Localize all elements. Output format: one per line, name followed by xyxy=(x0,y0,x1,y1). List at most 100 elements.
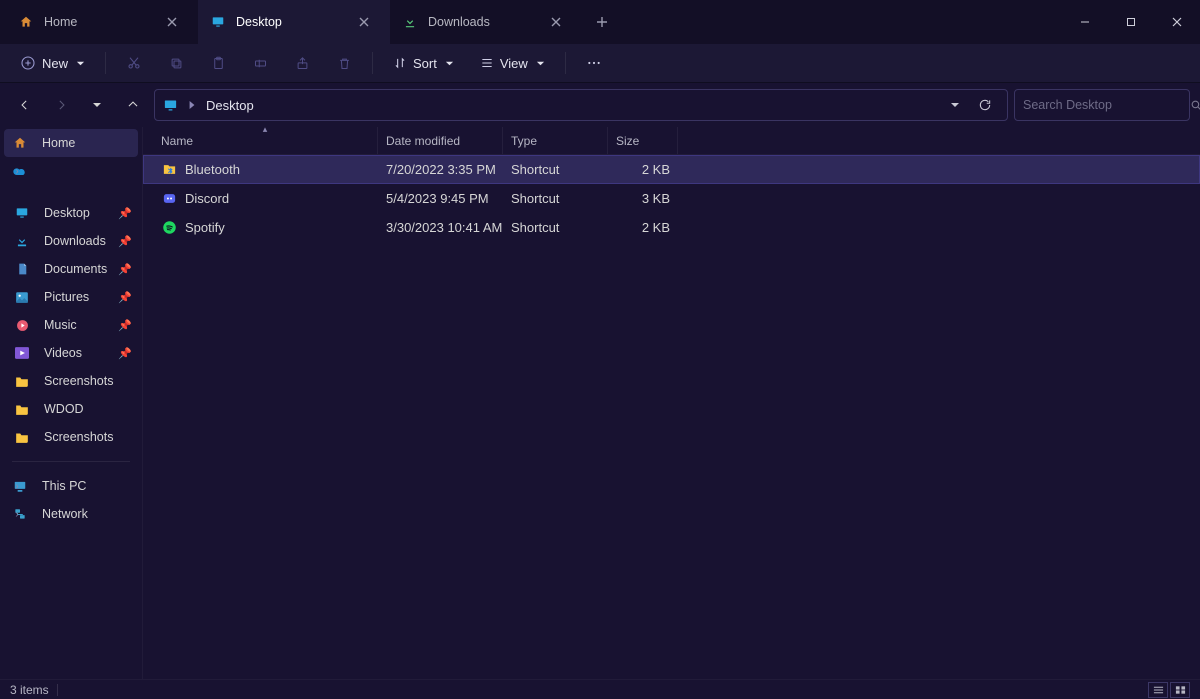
file-type: Shortcut xyxy=(511,191,559,206)
download-folder-icon xyxy=(14,233,30,249)
file-date: 3/30/2023 10:41 AM xyxy=(386,220,502,235)
search-box[interactable] xyxy=(1014,89,1190,121)
back-button[interactable] xyxy=(10,90,40,120)
title-bar: Home Desktop Downloads xyxy=(0,0,1200,44)
rename-button[interactable] xyxy=(242,48,278,78)
column-label: Name xyxy=(161,134,193,148)
sort-button[interactable]: Sort xyxy=(383,48,464,78)
delete-button[interactable] xyxy=(326,48,362,78)
sidebar-item-label: This PC xyxy=(42,479,86,493)
sidebar-item-folder[interactable]: Screenshots xyxy=(4,423,138,451)
list-icon xyxy=(480,56,494,70)
breadcrumb-segment[interactable]: Desktop xyxy=(206,98,254,113)
new-button[interactable]: New xyxy=(10,48,95,78)
new-tab-button[interactable] xyxy=(582,0,622,44)
navigation-pane: Home › Desktop 📌 Downloads 📌 Documents 📌… xyxy=(0,127,142,679)
sidebar-item-downloads[interactable]: Downloads 📌 xyxy=(4,227,138,255)
sidebar-item-folder[interactable]: Screenshots xyxy=(4,367,138,395)
more-button[interactable] xyxy=(576,48,612,78)
file-row[interactable]: Discord 5/4/2023 9:45 PM Shortcut 3 KB xyxy=(143,184,1200,213)
search-icon xyxy=(1190,99,1200,112)
address-bar[interactable]: Desktop xyxy=(154,89,1008,121)
sidebar-item-label: Documents xyxy=(44,262,107,276)
expand-icon[interactable]: › xyxy=(10,481,24,492)
column-header-date[interactable]: Date modified xyxy=(378,127,503,154)
share-button[interactable] xyxy=(284,48,320,78)
sidebar-item-label: Pictures xyxy=(44,290,89,304)
sort-icon xyxy=(393,56,407,70)
sidebar-item-onedrive[interactable]: › xyxy=(4,157,138,185)
close-tab-icon[interactable] xyxy=(542,8,570,36)
view-button[interactable]: View xyxy=(470,48,555,78)
close-window-button[interactable] xyxy=(1154,0,1200,44)
tab-desktop[interactable]: Desktop xyxy=(198,0,390,44)
sidebar-item-this-pc[interactable]: › This PC xyxy=(4,472,138,500)
chevron-down-icon xyxy=(445,59,454,68)
sidebar-item-label: WDOD xyxy=(44,402,84,416)
paste-button[interactable] xyxy=(200,48,236,78)
column-header-name[interactable]: ▴ Name xyxy=(153,127,378,154)
tab-label: Desktop xyxy=(236,15,340,29)
search-input[interactable] xyxy=(1023,98,1184,112)
thumbnails-view-toggle[interactable] xyxy=(1170,682,1190,698)
column-label: Type xyxy=(511,134,537,148)
cut-button[interactable] xyxy=(116,48,152,78)
expand-icon[interactable]: › xyxy=(10,166,24,177)
main-area: Home › Desktop 📌 Downloads 📌 Documents 📌… xyxy=(0,127,1200,679)
separator xyxy=(565,52,566,74)
pin-icon: 📌 xyxy=(118,263,132,276)
separator xyxy=(57,684,58,696)
expand-icon[interactable]: › xyxy=(10,509,24,520)
details-view-toggle[interactable] xyxy=(1148,682,1168,698)
pin-icon: 📌 xyxy=(118,207,132,220)
sidebar-item-documents[interactable]: Documents 📌 xyxy=(4,255,138,283)
column-header-size[interactable]: Size xyxy=(608,127,678,154)
sidebar-item-videos[interactable]: Videos 📌 xyxy=(4,339,138,367)
minimize-button[interactable] xyxy=(1062,0,1108,44)
sidebar-item-label: Network xyxy=(42,507,88,521)
separator xyxy=(372,52,373,74)
folder-icon xyxy=(14,429,30,445)
separator xyxy=(105,52,106,74)
sidebar-item-pictures[interactable]: Pictures 📌 xyxy=(4,283,138,311)
sidebar-item-label: Screenshots xyxy=(44,430,113,444)
sidebar-item-home[interactable]: Home xyxy=(4,129,138,157)
status-bar: 3 items xyxy=(0,679,1200,699)
tab-home[interactable]: Home xyxy=(6,0,198,44)
tab-label: Downloads xyxy=(428,15,532,29)
pin-icon: 📌 xyxy=(118,319,132,332)
separator xyxy=(12,461,130,462)
document-icon xyxy=(14,261,30,277)
copy-button[interactable] xyxy=(158,48,194,78)
chevron-down-icon xyxy=(76,59,85,68)
file-row[interactable]: Spotify 3/30/2023 10:41 AM Shortcut 2 KB xyxy=(143,213,1200,242)
close-tab-icon[interactable] xyxy=(350,8,378,36)
file-type: Shortcut xyxy=(511,162,559,177)
monitor-icon xyxy=(210,14,226,30)
up-button[interactable] xyxy=(118,90,148,120)
recent-locations-button[interactable] xyxy=(82,90,112,120)
file-row[interactable]: Bluetooth 7/20/2022 3:35 PM Shortcut 2 K… xyxy=(143,155,1200,184)
sidebar-item-network[interactable]: › Network xyxy=(4,500,138,528)
command-bar: New Sort View xyxy=(0,44,1200,83)
close-tab-icon[interactable] xyxy=(158,8,186,36)
address-dropdown-button[interactable] xyxy=(941,91,969,119)
refresh-button[interactable] xyxy=(971,91,999,119)
sidebar-item-desktop[interactable]: Desktop 📌 xyxy=(4,199,138,227)
bluetooth-icon xyxy=(161,162,177,178)
file-name: Discord xyxy=(185,191,229,206)
pictures-icon xyxy=(14,289,30,305)
tab-downloads[interactable]: Downloads xyxy=(390,0,582,44)
file-list-pane: ▴ Name Date modified Type Size Bluetooth… xyxy=(142,127,1200,679)
forward-button[interactable] xyxy=(46,90,76,120)
sidebar-item-music[interactable]: Music 📌 xyxy=(4,311,138,339)
sidebar-item-folder[interactable]: WDOD xyxy=(4,395,138,423)
chevron-right-icon[interactable] xyxy=(188,100,196,110)
folder-icon xyxy=(14,373,30,389)
maximize-button[interactable] xyxy=(1108,0,1154,44)
column-header-type[interactable]: Type xyxy=(503,127,608,154)
sort-label: Sort xyxy=(413,56,437,71)
sidebar-item-label: Screenshots xyxy=(44,374,113,388)
monitor-icon xyxy=(14,205,30,221)
sidebar-item-label: Desktop xyxy=(44,206,90,220)
